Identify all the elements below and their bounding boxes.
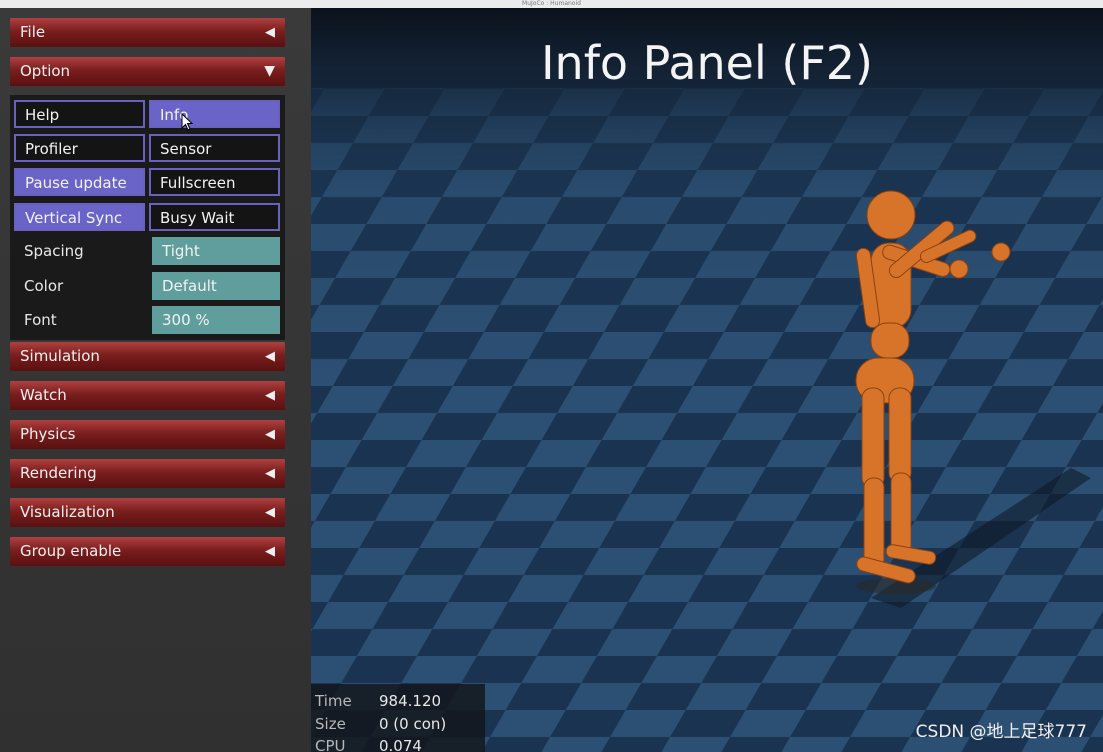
spacing-select[interactable]: Tight — [152, 237, 280, 265]
info-stats-panel: Time 984.120 Size 0 (0 con) CPU 0.074 — [311, 684, 485, 752]
toggle-busy-wait[interactable]: Busy Wait — [149, 203, 280, 231]
stat-time-value: 984.120 — [379, 692, 442, 710]
section-physics-header[interactable]: Physics ◀ — [10, 420, 285, 449]
collapse-arrow-icon: ◀ — [265, 349, 275, 364]
color-label: Color — [24, 277, 64, 295]
collapse-arrow-icon: ◀ — [265, 466, 275, 481]
toggle-info[interactable]: Info — [149, 100, 280, 128]
3d-viewport[interactable]: Info Panel (F2) Time 984.120 Size 0 (0 c… — [311, 8, 1103, 752]
checkerboard-floor — [311, 8, 1103, 752]
section-watch-label: Watch — [20, 386, 67, 404]
toggle-help[interactable]: Help — [14, 100, 145, 128]
stat-cpu-label: CPU — [315, 737, 346, 752]
toggle-fullscreen[interactable]: Fullscreen — [149, 168, 280, 196]
watermark-text: CSDN @地上足球777 — [915, 722, 1087, 742]
section-simulation-header[interactable]: Simulation ◀ — [10, 342, 285, 371]
collapse-arrow-icon: ◀ — [265, 544, 275, 559]
stat-size-label: Size — [315, 715, 346, 733]
toggle-pause-update[interactable]: Pause update — [14, 168, 145, 196]
collapse-arrow-icon: ◀ — [265, 427, 275, 442]
stat-size-value: 0 (0 con) — [379, 715, 447, 733]
font-select[interactable]: 300 % — [152, 306, 280, 334]
ui-sidebar: File ◀ Option ▼ Help Info Profiler Senso… — [0, 8, 311, 752]
toggle-profiler[interactable]: Profiler — [14, 134, 145, 162]
toggle-sensor[interactable]: Sensor — [149, 134, 280, 162]
section-group-enable-header[interactable]: Group enable ◀ — [10, 537, 285, 566]
font-label: Font — [24, 311, 57, 329]
mouse-cursor-icon — [181, 113, 194, 131]
section-simulation-label: Simulation — [20, 347, 100, 365]
section-watch-header[interactable]: Watch ◀ — [10, 381, 285, 410]
section-visualization-header[interactable]: Visualization ◀ — [10, 498, 285, 527]
stat-time-label: Time — [315, 692, 352, 710]
expand-arrow-icon: ▼ — [264, 63, 275, 79]
section-physics-label: Physics — [20, 425, 76, 443]
section-option-label: Option — [20, 62, 71, 80]
toggle-vertical-sync[interactable]: Vertical Sync — [14, 203, 145, 231]
collapse-arrow-icon: ◀ — [265, 388, 275, 403]
section-visualization-label: Visualization — [20, 503, 115, 521]
info-panel-title: Info Panel (F2) — [540, 36, 874, 90]
section-rendering-header[interactable]: Rendering ◀ — [10, 459, 285, 488]
spacing-label: Spacing — [24, 242, 84, 260]
section-rendering-label: Rendering — [20, 464, 97, 482]
window-titlebar: MuJoCo : Humanoid — [0, 0, 1103, 8]
color-select[interactable]: Default — [152, 272, 280, 300]
collapse-arrow-icon: ◀ — [265, 25, 275, 40]
section-file-label: File — [20, 23, 46, 41]
section-file-header[interactable]: File ◀ — [10, 18, 285, 47]
section-group-enable-label: Group enable — [20, 542, 122, 560]
option-panel: Help Info Profiler Sensor Pause update F… — [10, 95, 285, 340]
section-option-header[interactable]: Option ▼ — [10, 57, 285, 86]
stat-cpu-value: 0.074 — [379, 737, 422, 752]
collapse-arrow-icon: ◀ — [265, 505, 275, 520]
